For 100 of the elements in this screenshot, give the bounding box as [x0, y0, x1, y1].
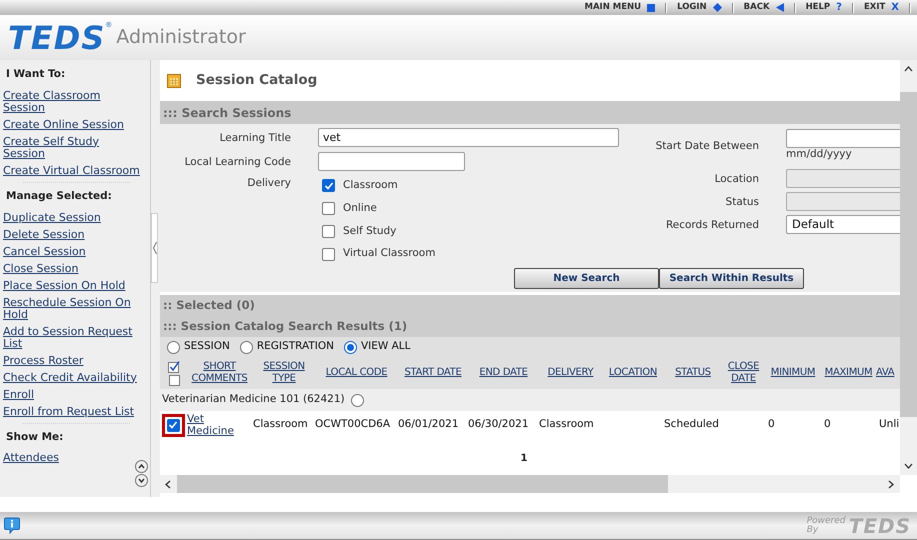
- table-cell-text: 06/01/2021: [398, 417, 460, 432]
- checkbox[interactable]: [166, 418, 180, 432]
- column-header[interactable]: END DATE: [468, 367, 539, 379]
- footer-logo: TEDS: [848, 516, 911, 536]
- nav-link[interactable]: MAIN MENU: [584, 3, 642, 12]
- checkbox-label: Virtual Classroom: [343, 246, 436, 262]
- radio-button[interactable]: [240, 340, 253, 354]
- table-cell-text: 0: [767, 417, 776, 432]
- field-label: Start Date Between: [654, 139, 759, 154]
- checkbox-label: Self Study: [343, 224, 396, 238]
- checkbox-label: Classroom: [343, 178, 398, 193]
- section-heading: Manage Selected:: [5, 188, 112, 204]
- radio-label: REGISTRATION: [256, 339, 334, 354]
- text-field[interactable]: [318, 152, 465, 171]
- column-header[interactable]: LOCAL CODE: [315, 367, 398, 379]
- page-number[interactable]: 1: [520, 450, 528, 466]
- clear-all-icon: [168, 374, 180, 386]
- column-header[interactable]: STATUS: [664, 367, 722, 379]
- scroll-right-icon: [888, 480, 894, 488]
- column-header[interactable]: CLOSE DATE: [722, 361, 765, 385]
- nav-link[interactable]: LOGIN: [677, 3, 707, 12]
- square-icon: [647, 4, 656, 12]
- section-header: ::: Session Catalog Search Results (1): [160, 316, 900, 337]
- sidebar-link[interactable]: Add to Session Request List: [3, 326, 150, 350]
- field-label: Records Returned: [664, 218, 759, 233]
- powered-by-text: Powered By: [806, 516, 846, 534]
- section-heading: Show Me:: [5, 430, 64, 444]
- nav-link[interactable]: BACK: [744, 3, 770, 12]
- table-cell-text: 06/30/2021: [468, 417, 530, 432]
- column-header[interactable]: SESSION TYPE: [253, 361, 315, 385]
- date-format-hint: mm/dd/yyyy: [786, 148, 853, 161]
- checkbox[interactable]: [322, 224, 335, 238]
- field-label: Location: [714, 172, 759, 187]
- nav-link[interactable]: HELP: [806, 3, 830, 12]
- nav-icon[interactable]: ?: [836, 2, 842, 12]
- column-header[interactable]: AVA: [876, 367, 900, 379]
- column-header[interactable]: START DATE: [398, 367, 468, 379]
- app-subtitle: Administrator: [116, 28, 246, 47]
- sidebar-link[interactable]: Create Classroom Session: [3, 90, 150, 114]
- section-header: ::: Search Sessions: [160, 101, 900, 124]
- radio-button[interactable]: [167, 340, 180, 354]
- checkbox[interactable]: [322, 248, 335, 261]
- records-dropdown[interactable]: Default: [786, 215, 900, 234]
- sidebar-link[interactable]: Duplicate Session: [3, 212, 150, 224]
- column-header[interactable]: SHORT COMMENTS: [186, 361, 253, 385]
- calendar-icon: [167, 74, 181, 88]
- checkbox-label: Online: [343, 200, 377, 216]
- radio-label: SESSION: [184, 339, 230, 354]
- scroll-left-icon: [165, 480, 171, 488]
- nav-link[interactable]: EXIT: [864, 3, 886, 12]
- column-header[interactable]: MAXIMUM: [821, 367, 876, 379]
- logo: TEDS: [8, 22, 106, 54]
- diamond-icon: [712, 3, 722, 12]
- table-cell-text: Classroom: [253, 417, 309, 432]
- checkbox[interactable]: [322, 179, 335, 192]
- text-field[interactable]: vet: [318, 128, 619, 147]
- sidebar-link[interactable]: Close Session: [3, 262, 150, 274]
- column-header[interactable]: LOCATION: [602, 367, 664, 379]
- table-cell-text: Scheduled: [664, 417, 720, 432]
- session-link[interactable]: Vet Medicine: [186, 413, 253, 437]
- select-all-icon: [168, 360, 180, 372]
- sidebar-link[interactable]: Create Virtual Classroom: [3, 164, 150, 177]
- date-field[interactable]: [786, 129, 900, 148]
- sidebar-link[interactable]: Delete Session: [3, 228, 150, 240]
- sidebar-link[interactable]: Create Online Session: [3, 118, 150, 131]
- sidebar-link[interactable]: Check Credit Availability: [3, 372, 150, 384]
- page-title: Session Catalog: [196, 71, 318, 90]
- sidebar-link[interactable]: Enroll from Request List: [3, 406, 150, 418]
- scroll-up-icon: [904, 66, 913, 72]
- column-header[interactable]: MINIMUM: [765, 367, 821, 379]
- sidebar-link[interactable]: Process Roster: [3, 354, 150, 366]
- info-icon: [4, 517, 20, 534]
- nav-icon[interactable]: X: [891, 2, 899, 12]
- sidebar-link[interactable]: Enroll: [3, 388, 150, 400]
- sidebar-link[interactable]: Reschedule Session On Hold: [3, 296, 150, 320]
- section-heading: I Want To:: [5, 67, 66, 82]
- splitter-handle[interactable]: [151, 213, 158, 283]
- table-cell-text: Classroom: [539, 417, 595, 432]
- field-label: Status: [724, 195, 759, 210]
- table-cell-text: OCWT00CD6A: [315, 417, 392, 432]
- radio-button[interactable]: [344, 340, 357, 354]
- radio-button[interactable]: [350, 394, 364, 406]
- search-button[interactable]: Search Within Results: [659, 268, 804, 289]
- group-title: Veterinarian Medicine 101 (62421): [162, 392, 345, 408]
- field-label: Delivery: [246, 176, 291, 190]
- vertical-scrollbar[interactable]: [900, 60, 917, 475]
- sidebar-link[interactable]: Cancel Session: [3, 246, 150, 258]
- search-button[interactable]: New Search: [514, 268, 659, 289]
- sidebar-link[interactable]: Create Self Study Session: [3, 136, 150, 160]
- horizontal-scrollbar[interactable]: [160, 475, 900, 493]
- sidebar-link[interactable]: Attendees: [3, 452, 150, 464]
- table-cell-text: 0: [823, 417, 832, 432]
- radio-label: VIEW ALL: [360, 339, 410, 354]
- sidebar-link[interactable]: Place Session On Hold: [3, 280, 150, 292]
- back-icon: [776, 3, 784, 12]
- scroll-down-icon: [904, 463, 913, 469]
- checkbox[interactable]: [322, 202, 335, 216]
- field-label: Learning Title: [218, 131, 291, 146]
- column-header[interactable]: DELIVERY: [539, 367, 602, 379]
- section-header: :: Selected (0): [160, 295, 900, 316]
